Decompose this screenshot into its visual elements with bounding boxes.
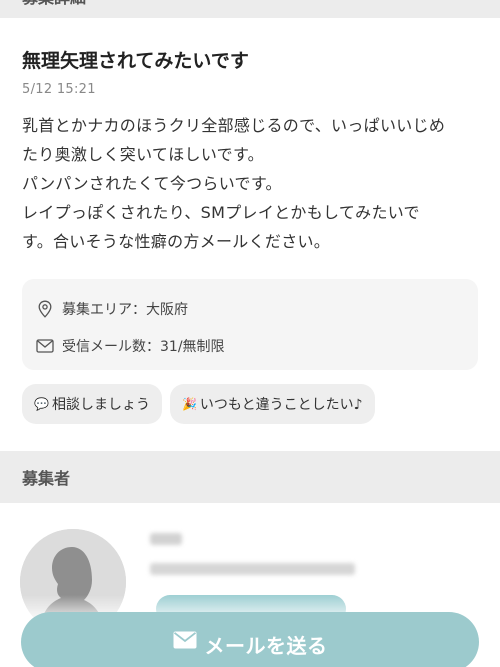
mail-count-text: 受信メール数：31/無制限 [62,339,225,355]
post-body: 乳首とかナカのほうクリ全部感じるので、いっぱいいじめ たり奥激しく突いてほしいで… [22,116,446,251]
details-section-title: 募集詳細 [22,0,86,8]
tag-different[interactable]: 🎉 いつもと違うことしたい♪ [169,384,375,424]
post-info-box: 募集エリア：大阪府 受信メール数：31/無制限 [22,279,478,370]
recruiter-meta-blurred [150,563,355,575]
tag-label: いつもと違うことしたい♪ [199,397,363,413]
area-text: 募集エリア：大阪府 [62,302,188,318]
recruiter-section-title: 募集者 [22,469,71,488]
send-mail-button[interactable]: メールを送る [21,612,479,667]
post-date: 5/12 15:21 [22,82,96,97]
post-detail: 無理矢理されてみたいです 5/12 15:21 乳首とかナカのほうクリ全部感じる… [0,18,500,424]
post-title: 無理矢理されてみたいです [22,50,249,72]
send-mail-label: メールを送る [204,634,328,658]
envelope-icon [36,337,54,355]
area-row: 募集エリア：大阪府 [36,293,464,325]
location-pin-icon [36,300,54,318]
details-section-header: 募集詳細 [0,0,500,18]
envelope-icon [173,631,197,649]
tag-label: 相談しましょう [51,397,150,413]
recruiter-name-blurred [150,533,182,545]
tag-consult[interactable]: 💬 相談しましょう [22,384,162,424]
mail-count-row: 受信メール数：31/無制限 [36,330,464,362]
speech-bubble-icon: 💬 [34,397,49,411]
recruiter-section-header: 募集者 [0,451,500,503]
tag-list: 💬 相談しましょう 🎉 いつもと違うことしたい♪ [22,384,478,424]
party-popper-icon: 🎉 [181,397,197,411]
